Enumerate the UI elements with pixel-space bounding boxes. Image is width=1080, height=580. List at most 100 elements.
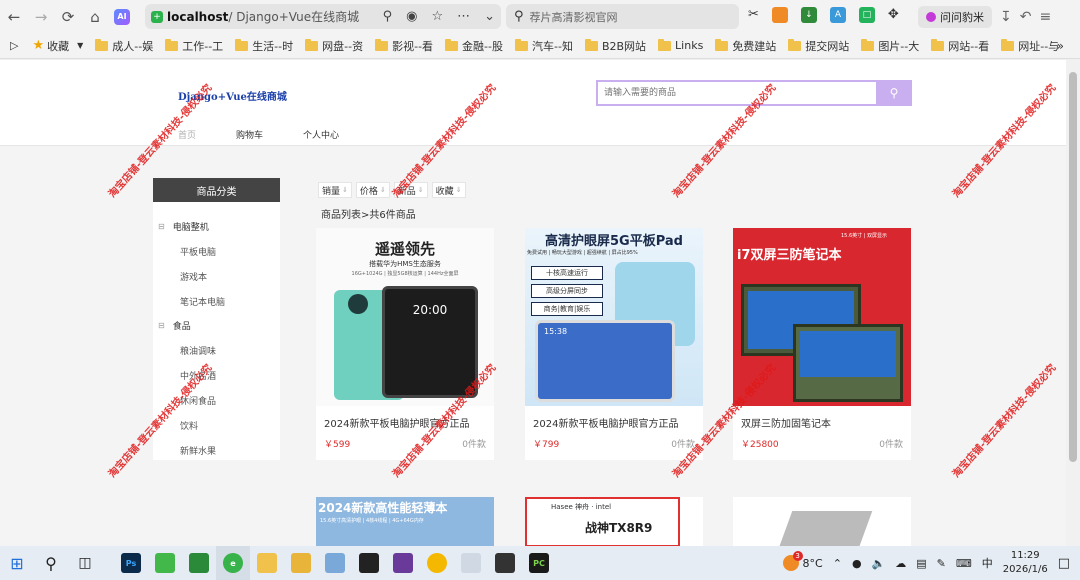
media-app-icon[interactable] [386, 546, 420, 580]
tray-overflow-icon[interactable]: ⌃ [833, 557, 842, 570]
sidebar-toggle-icon[interactable]: ▷ [10, 39, 18, 52]
bookmark-folder[interactable]: 汽车--知 [515, 38, 573, 54]
bookmark-folder[interactable]: 免费建站 [715, 38, 776, 54]
product-card[interactable]: Hasee 神舟 · intel 战神TX8R9 [525, 497, 703, 546]
pycharm-app-icon[interactable]: PC [522, 546, 556, 580]
bookmark-folder[interactable]: 提交网站 [788, 38, 849, 54]
home-icon[interactable]: ⌂ [82, 4, 108, 30]
bookmark-folder[interactable]: 影视--看 [375, 38, 433, 54]
bookmark-folder[interactable]: 网盘--资 [305, 38, 363, 54]
weather-widget[interactable]: 3 8°C [782, 551, 823, 571]
notes-app-icon[interactable] [318, 546, 352, 580]
subcategory-fruit[interactable]: 新鲜水果 [180, 444, 216, 457]
subcategory-laptop[interactable]: 笔记本电脑 [180, 295, 225, 308]
zoom-icon[interactable]: ⚲ [383, 9, 393, 24]
product-card[interactable]: 2024新款高性能轻薄本 15.6英寸高清护眼 | 4核4线程 | 4G+64G… [316, 497, 494, 546]
feature-tag: 高级分屏同步 [531, 284, 603, 298]
category-food[interactable]: ⊟ 食品 [158, 319, 191, 332]
document-app-icon[interactable] [454, 546, 488, 580]
undo-icon[interactable]: ↶ [1020, 9, 1032, 25]
chevron-down-icon[interactable]: ⌄ [484, 9, 495, 24]
bookmark-folder[interactable]: 图片--大 [861, 38, 919, 54]
ai-icon[interactable]: AI [114, 8, 130, 25]
subcategory-gaming-laptop[interactable]: 游戏本 [180, 270, 207, 283]
puzzle-icon[interactable]: ✥ [888, 7, 899, 23]
bookmark-label: 收藏 [47, 39, 70, 53]
subcategory-tablet[interactable]: 平板电脑 [180, 245, 216, 258]
nav-profile[interactable]: 个人中心 [303, 128, 339, 141]
product-card[interactable]: 高清护眼屏5G平板Pad 免费试用 | 畅玩大型游戏 | 超强续航 | 屏占比9… [525, 228, 703, 460]
fox-extension-icon[interactable] [771, 7, 788, 23]
sort-by-sales[interactable]: 销量 ⇓ [318, 182, 352, 198]
product-image[interactable]: 遥遥领先 搭载华为HMS生态服务 16G+1024G | 独显5G8核运算 | … [316, 228, 494, 406]
product-card[interactable]: i7双屏三防笔记本 15.6英寸 | 双屏显示 双屏三防加固笔记本 ￥25800… [733, 228, 911, 460]
sort-by-favorites[interactable]: 收藏 ⇓ [431, 182, 466, 198]
collapse-icon[interactable]: ⊟ [158, 321, 165, 330]
bookmark-favorites[interactable]: ★ 收藏 ▼ [32, 38, 83, 54]
bookmark-folder[interactable]: 工作--工 [165, 38, 223, 54]
cloud-icon[interactable]: ☁ [895, 557, 906, 570]
product-card[interactable]: 遥遥领先 搭载华为HMS生态服务 16G+1024G | 独显5G8核运算 | … [316, 228, 494, 460]
calendar-app-icon[interactable] [182, 546, 216, 580]
subcategory-drinks[interactable]: 饮料 [180, 419, 198, 432]
more-bookmarks-icon[interactable]: » [1057, 39, 1064, 53]
subcategory-oil[interactable]: 粮油调味 [180, 344, 216, 357]
translate-extension-icon[interactable]: A [829, 7, 846, 23]
search-button[interactable]: ⚲ [876, 80, 912, 106]
scroll-thumb[interactable] [1069, 72, 1077, 462]
taskbar-search-icon[interactable]: ⚲ [34, 546, 68, 580]
product-search-input[interactable] [596, 80, 876, 106]
more-icon[interactable]: ⋯ [457, 9, 470, 24]
category-computers[interactable]: ⊟ 电脑整机 [158, 220, 209, 233]
photoshop-app-icon[interactable]: Ps [114, 546, 148, 580]
ime-indicator[interactable]: 中 [982, 555, 993, 571]
chat-extension-icon[interactable]: □ [858, 7, 875, 23]
qq-app-icon[interactable] [420, 546, 454, 580]
clock[interactable]: 11:29 2026/1/6 [1003, 549, 1048, 577]
pen-icon[interactable]: ✎ [937, 557, 946, 570]
bookmark-folder[interactable]: 成人--娱 [95, 38, 153, 54]
volume-icon[interactable]: 🔈 [872, 557, 886, 570]
bookmark-folder[interactable]: 金融--股 [445, 38, 503, 54]
nav-home[interactable]: 首页 [178, 128, 196, 141]
folder-app-icon[interactable] [284, 546, 318, 580]
network-icon[interactable]: ▤ [916, 557, 926, 570]
bookmark-folder[interactable]: 网址--与 [1001, 38, 1059, 54]
scissors-icon[interactable]: ✂ [748, 7, 759, 23]
bookmark-folder[interactable]: 网站--看 [931, 38, 989, 54]
page-scrollbar[interactable] [1066, 60, 1080, 546]
location-icon[interactable]: ◉ [406, 9, 417, 24]
download-extension-icon[interactable]: ↓ [800, 7, 817, 23]
menu-icon[interactable]: ≡ [1039, 9, 1051, 25]
forward-icon[interactable]: → [28, 4, 54, 30]
windows-start-icon[interactable]: ⊞ [0, 546, 34, 580]
keyboard-icon[interactable]: ⌨ [956, 557, 972, 570]
bookmark-star-icon[interactable]: ☆ [431, 9, 443, 24]
bookmark-folder[interactable]: B2B网站 [584, 38, 646, 54]
notification-icon[interactable]: □ [1058, 556, 1070, 571]
qq-tray-icon[interactable]: ● [852, 557, 862, 570]
terminal-app-icon[interactable] [352, 546, 386, 580]
reload-icon[interactable]: ⟳ [55, 4, 81, 30]
product-card[interactable] [733, 497, 911, 546]
ask-ai-button[interactable]: 问问豹米 [918, 5, 992, 28]
product-name[interactable]: 双屏三防加固笔记本 [741, 415, 831, 430]
console-app-icon[interactable] [488, 546, 522, 580]
product-image[interactable]: 高清护眼屏5G平板Pad 免费试用 | 畅玩大型游戏 | 超强续航 | 屏占比9… [525, 228, 703, 406]
back-icon[interactable]: ← [1, 4, 27, 30]
bookmark-folder[interactable]: Links [658, 38, 703, 52]
file-explorer-icon[interactable] [250, 546, 284, 580]
browser-search-input[interactable]: ⚲ 荐片高清影视官网 [506, 4, 739, 29]
address-bar[interactable]: + localhost / Django+Vue在线商城 ⚲ ◉ ☆ ⋯ ⌄ [145, 4, 501, 29]
nav-cart[interactable]: 购物车 [236, 128, 263, 141]
task-view-icon[interactable]: ◫ [68, 546, 102, 580]
browser-app-icon[interactable]: e [216, 546, 250, 580]
sort-by-price[interactable]: 价格 ⇓ [355, 182, 390, 198]
bookmark-folder[interactable]: 生活--时 [235, 38, 293, 54]
downloads-icon[interactable]: ↧ [1000, 9, 1012, 25]
product-name[interactable]: 2024新款平板电脑护眼官方正品 [533, 415, 678, 430]
camera-graphic [348, 294, 368, 314]
product-image-headline: 遥遥领先 [374, 240, 435, 258]
collapse-icon[interactable]: ⊟ [158, 222, 165, 231]
green-app-icon[interactable] [148, 546, 182, 580]
